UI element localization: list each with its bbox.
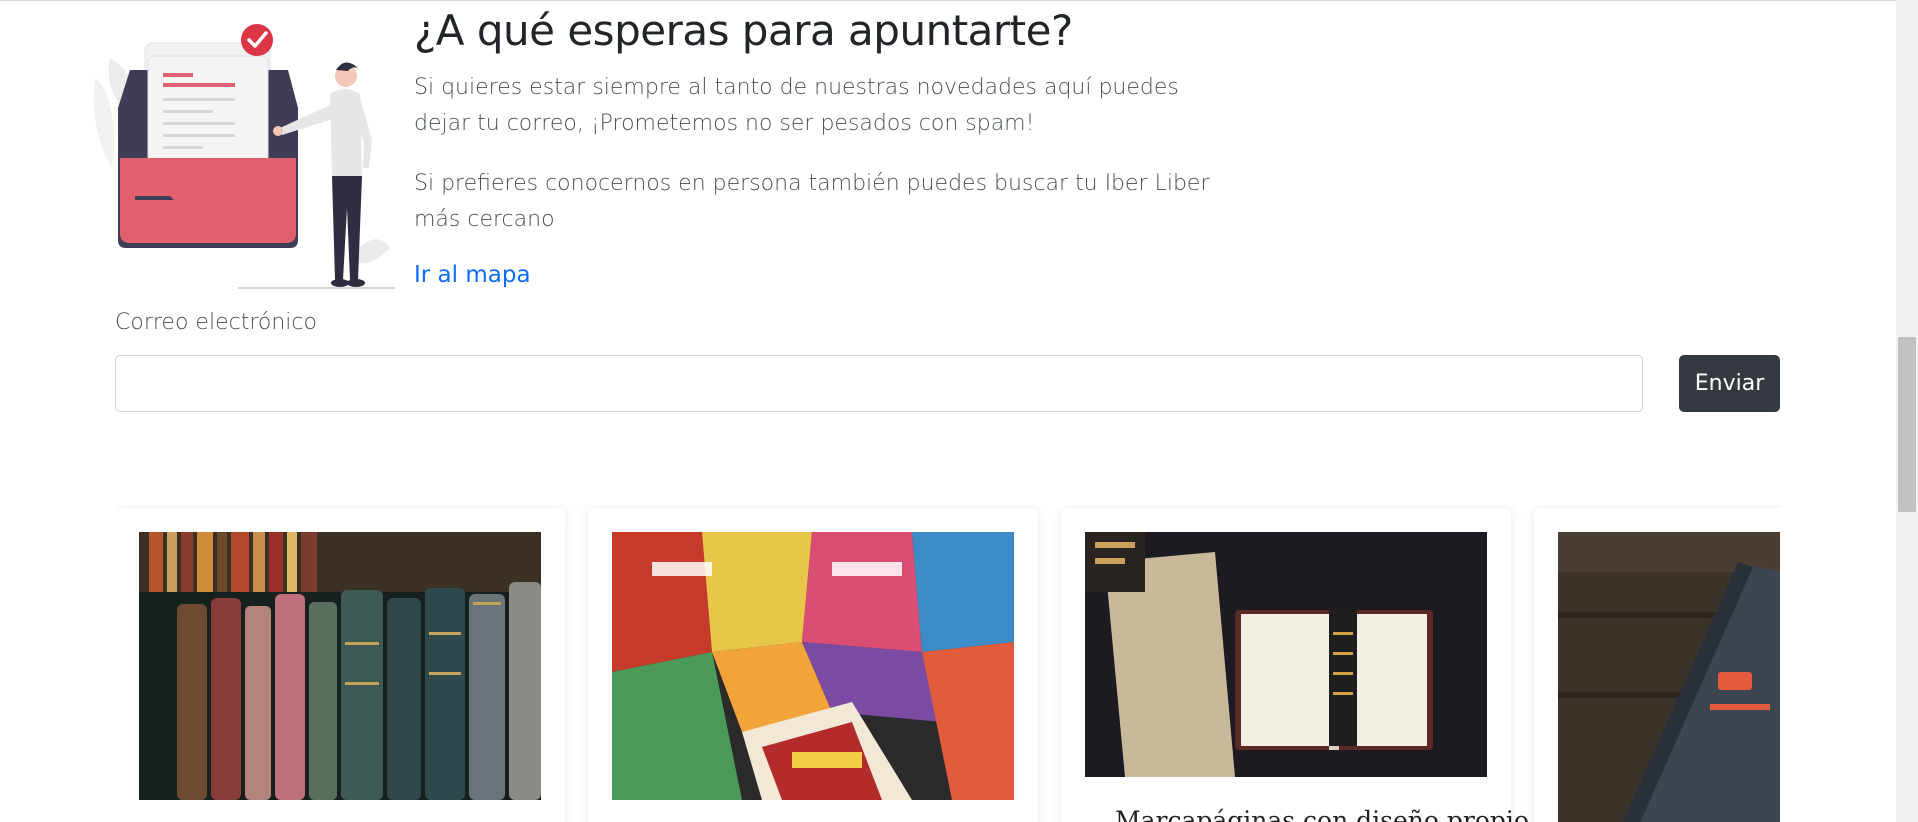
product-carousel: Marcapáginas con diseño propio xyxy=(115,505,1780,822)
send-button[interactable]: Enviar xyxy=(1679,355,1780,412)
newsletter-heading: ¿A qué esperas para apuntarte? xyxy=(414,6,1073,55)
card-image-notebook xyxy=(1558,532,1780,822)
card-image-bible-bookmark xyxy=(1085,532,1487,777)
email-label: Correo electrónico xyxy=(115,310,317,335)
card-image-old-books xyxy=(139,532,541,800)
newsletter-description: Si quieres estar siempre al tanto de nue… xyxy=(414,75,1179,136)
product-card[interactable] xyxy=(588,508,1038,822)
top-divider xyxy=(0,0,1896,1)
product-card[interactable] xyxy=(115,508,565,822)
product-card[interactable] xyxy=(1534,508,1780,822)
card-title: Marcapáginas con diseño propio xyxy=(1115,806,1529,822)
scrollbar-thumb[interactable] xyxy=(1898,337,1916,512)
map-link[interactable]: Ir al mapa xyxy=(414,262,531,288)
store-visit-description: Si prefieres conocernos en persona tambi… xyxy=(414,171,1210,232)
newsletter-illustration xyxy=(93,24,395,289)
product-card[interactable]: Marcapáginas con diseño propio xyxy=(1061,508,1529,822)
page: ¿A qué esperas para apuntarte? Si quiere… xyxy=(0,0,1918,822)
page-scrollbar[interactable] xyxy=(1896,0,1918,822)
card-image-comics xyxy=(612,532,1014,800)
email-input[interactable] xyxy=(115,355,1643,412)
